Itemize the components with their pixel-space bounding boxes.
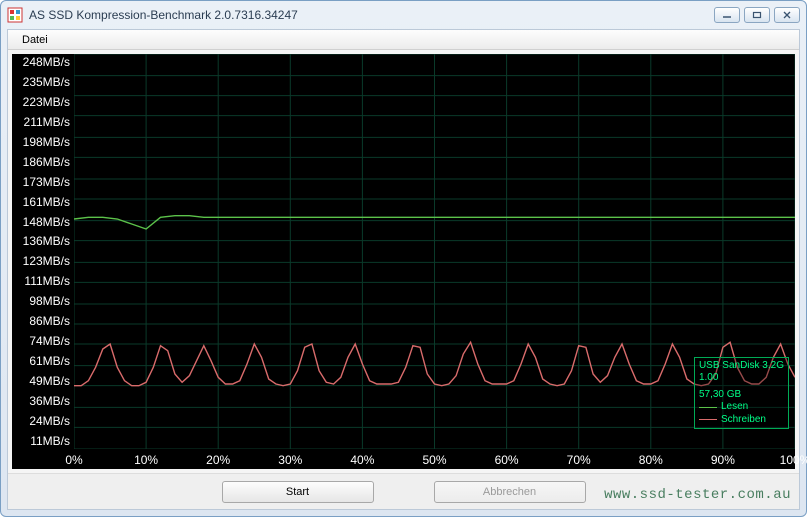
client-area: Datei 248MB/s235MB/s223MB/s211MB/s198MB/…	[7, 29, 800, 510]
legend-write-label: Schreiben	[721, 414, 766, 427]
legend-firmware: 1.00	[699, 372, 784, 385]
legend-read-label: Lesen	[721, 401, 748, 414]
minimize-button[interactable]	[714, 7, 740, 23]
legend-box: USB SanDisk 3.2G 1.00 57,30 GB Lesen Sch…	[694, 357, 789, 430]
close-button[interactable]	[774, 7, 800, 23]
legend-swatch-read	[699, 407, 717, 408]
x-axis-labels: 0%10%20%30%40%50%60%70%80%90%100%	[74, 449, 795, 469]
menubar: Datei	[8, 30, 799, 50]
legend-swatch-write	[699, 419, 717, 420]
y-axis-labels: 248MB/s235MB/s223MB/s211MB/s198MB/s186MB…	[12, 54, 74, 449]
app-icon	[7, 7, 23, 23]
titlebar[interactable]: AS SSD Kompression-Benchmark 2.0.7316.34…	[1, 1, 806, 29]
chart-plot	[74, 54, 795, 449]
chart-area: 248MB/s235MB/s223MB/s211MB/s198MB/s186MB…	[12, 54, 795, 469]
legend-row-write: Schreiben	[699, 414, 784, 427]
maximize-button[interactable]	[744, 7, 770, 23]
abort-button[interactable]: Abbrechen	[434, 481, 586, 503]
legend-device: USB SanDisk 3.2G	[699, 360, 784, 373]
application-window: AS SSD Kompression-Benchmark 2.0.7316.34…	[0, 0, 807, 517]
window-title: AS SSD Kompression-Benchmark 2.0.7316.34…	[29, 8, 714, 22]
legend-capacity: 57,30 GB	[699, 389, 784, 402]
watermark: www.ssd-tester.com.au	[604, 487, 791, 503]
menu-file[interactable]: Datei	[16, 32, 54, 48]
start-button[interactable]: Start	[222, 481, 374, 503]
button-bar: Start Abbrechen www.ssd-tester.com.au	[8, 473, 799, 509]
window-controls	[714, 7, 800, 23]
legend-row-read: Lesen	[699, 401, 784, 414]
